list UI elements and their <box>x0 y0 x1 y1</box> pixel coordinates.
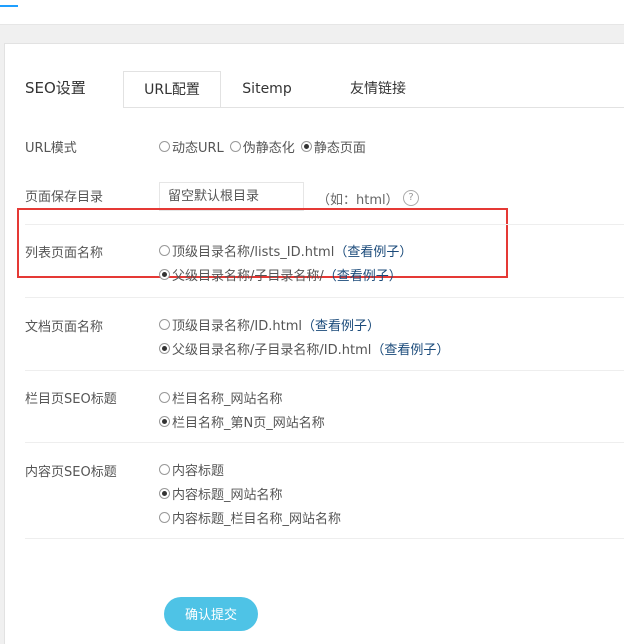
doc-page-option-2[interactable]: 父级目录名称/子目录名称/ID.html （查看例子） <box>159 339 449 358</box>
radio-icon[interactable] <box>159 512 170 523</box>
doc-page-option-1[interactable]: 顶级目录名称/ID.html （查看例子） <box>159 315 380 334</box>
tab-friend-links[interactable]: 友情链接 <box>323 71 433 107</box>
save-dir-input[interactable] <box>159 182 304 211</box>
tab-sitemap[interactable]: Sitemp <box>227 71 307 107</box>
radio-icon[interactable] <box>159 488 170 499</box>
save-dir-label: 页面保存目录 <box>25 190 104 205</box>
list-page-option-1[interactable]: 顶级目录名称/lists_ID.html （查看例子） <box>159 241 412 260</box>
view-example-link[interactable]: （查看例子） <box>371 339 449 358</box>
radio-icon[interactable] <box>229 141 241 152</box>
radio-icon[interactable] <box>159 319 170 330</box>
radio-icon[interactable] <box>159 245 170 256</box>
page-title: SEO设置 <box>25 79 86 97</box>
url-mode-option-dynamic[interactable]: 动态URL <box>159 137 224 156</box>
view-example-link[interactable]: （查看例子） <box>334 241 412 260</box>
doc-page-name-label: 文档页面名称 <box>25 320 104 335</box>
content-seo-title-row: 内容页SEO标题 内容标题 内容标题_网站名称 内容标题_栏目名称_网站名称 <box>25 442 624 539</box>
radio-icon[interactable] <box>159 416 170 427</box>
url-mode-option-pseudo-static[interactable]: 伪静态化 <box>229 137 295 156</box>
url-mode-option-static[interactable]: 静态页面 <box>300 137 366 156</box>
url-mode-options: 动态URL 伪静态化 静态页面 <box>159 137 366 156</box>
url-mode-row: URL模式 动态URL 伪静态化 静态页面 <box>25 137 624 167</box>
tab-underline <box>123 107 624 108</box>
content-seo-option-1[interactable]: 内容标题 <box>159 460 224 479</box>
list-page-option-2[interactable]: 父级目录名称/子目录名称/（查看例子） <box>159 265 402 284</box>
tab-url-config[interactable]: URL配置 <box>123 71 221 108</box>
column-seo-title-row: 栏目页SEO标题 栏目名称_网站名称 栏目名称_第N页_网站名称 <box>25 370 624 443</box>
content-seo-option-3[interactable]: 内容标题_栏目名称_网站名称 <box>159 508 341 527</box>
radio-icon[interactable] <box>159 392 170 403</box>
column-seo-option-2[interactable]: 栏目名称_第N页_网站名称 <box>159 412 325 431</box>
column-seo-option-1[interactable]: 栏目名称_网站名称 <box>159 388 283 407</box>
radio-icon[interactable] <box>300 141 312 152</box>
save-dir-hint: （如：html） <box>317 193 399 208</box>
radio-icon[interactable] <box>159 269 170 280</box>
divider <box>25 538 624 540</box>
doc-page-name-row: 文档页面名称 顶级目录名称/ID.html （查看例子） 父级目录名称/子目录名称… <box>25 297 624 370</box>
settings-card: SEO设置 URL配置 Sitemp 友情链接 URL模式 动态URL 伪静态化… <box>4 43 624 644</box>
menu-accent[interactable] <box>0 5 18 7</box>
top-bar <box>0 0 624 25</box>
question-icon[interactable]: ? <box>403 190 419 206</box>
url-mode-label: URL模式 <box>25 141 77 156</box>
view-example-link[interactable]: （查看例子） <box>302 315 380 334</box>
radio-icon[interactable] <box>159 464 170 475</box>
radio-icon[interactable] <box>159 343 170 354</box>
list-page-name-row: 列表页面名称 顶级目录名称/lists_ID.html （查看例子） 父级目录名称… <box>25 224 624 297</box>
radio-icon[interactable] <box>159 141 170 152</box>
content-seo-title-label: 内容页SEO标题 <box>25 465 117 480</box>
content-seo-option-2[interactable]: 内容标题_网站名称 <box>159 484 283 503</box>
column-seo-title-label: 栏目页SEO标题 <box>25 392 117 407</box>
view-example-link[interactable]: （查看例子） <box>324 265 402 284</box>
list-page-name-label: 列表页面名称 <box>25 246 104 261</box>
